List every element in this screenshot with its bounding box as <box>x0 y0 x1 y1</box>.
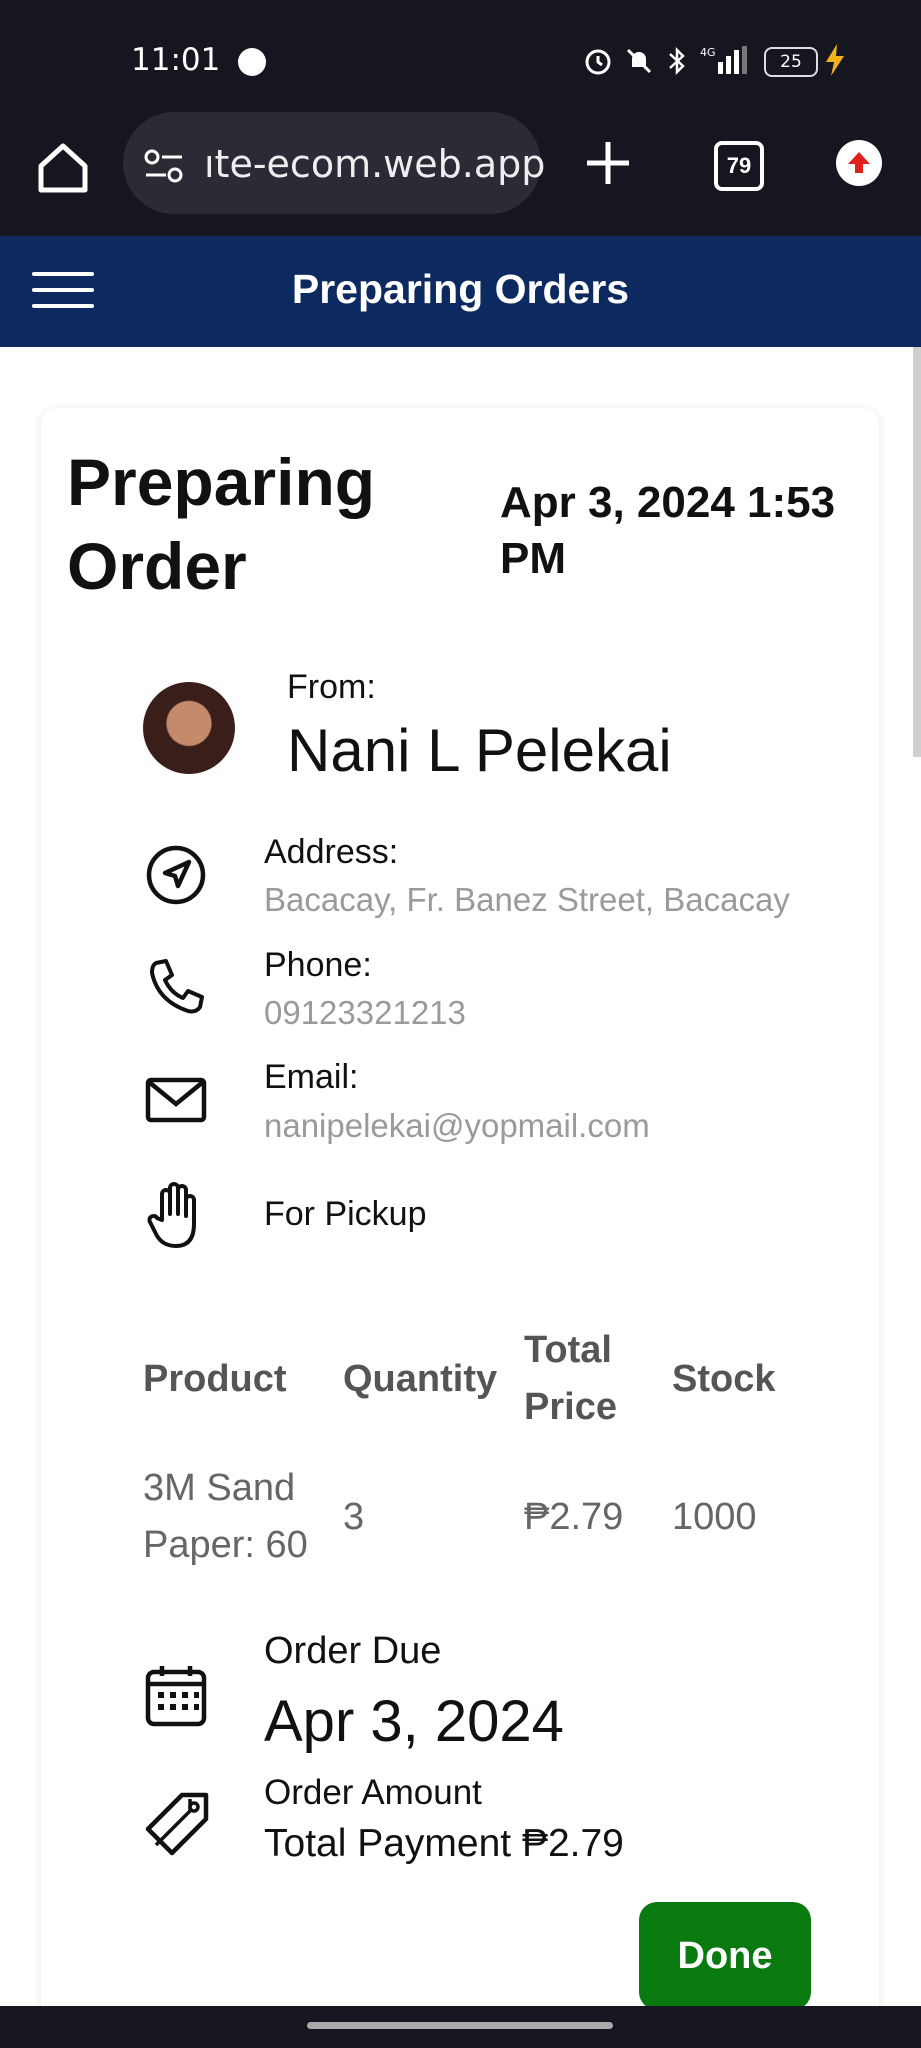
alarm-icon <box>585 49 611 75</box>
battery-icon: 25 <box>764 47 818 77</box>
site-settings-icon[interactable] <box>144 148 184 184</box>
new-tab-icon[interactable] <box>585 140 631 186</box>
customer-name: Nani L Pelekai <box>287 717 672 784</box>
price-tag-icon <box>145 1792 209 1856</box>
phone-value: 09123321213 <box>264 994 466 1031</box>
hand-icon <box>147 1182 196 1248</box>
table-cell-stock: 1000 <box>672 1496 757 1538</box>
scrollbar[interactable] <box>913 347 921 757</box>
order-datetime: Apr 3, 2024 1:53 PM <box>500 478 836 583</box>
table-cell-product: 3M Sand Paper: 60 <box>143 1467 308 1566</box>
done-button[interactable]: Done <box>639 1902 811 2010</box>
order-title: Preparing Order <box>67 445 376 603</box>
phone-label: Phone: <box>264 946 372 984</box>
from-label: From: <box>287 668 376 706</box>
tab-switcher-button[interactable]: 79 <box>714 141 764 191</box>
url-text[interactable]: ıte-ecom.web.app <box>204 142 545 186</box>
email-value: nanipelekai@yopmail.com <box>264 1107 650 1144</box>
email-label: Email: <box>264 1058 359 1096</box>
signal-icon: 4G <box>700 46 747 74</box>
order-amount-label: Order Amount <box>264 1773 482 1812</box>
svg-text:4G: 4G <box>700 46 716 59</box>
order-due-date: Apr 3, 2024 <box>264 1689 564 1754</box>
navigation-icon <box>146 845 206 905</box>
order-due-label: Order Due <box>264 1630 442 1672</box>
status-time: 11:01 <box>131 42 221 78</box>
table-cell-quantity: 3 <box>343 1496 365 1538</box>
calendar-icon <box>145 1666 207 1727</box>
browser-menu-button[interactable] <box>836 140 882 186</box>
charging-icon <box>826 44 844 76</box>
update-arrow-icon <box>848 152 870 173</box>
home-gesture-handle[interactable] <box>307 2022 613 2029</box>
mute-icon <box>626 48 652 74</box>
bluetooth-icon <box>669 46 685 76</box>
messenger-icon <box>238 48 266 76</box>
table-cell-total-price: ₱2.79 <box>524 1496 624 1538</box>
delivery-method: For Pickup <box>264 1195 427 1233</box>
order-amount-value: Total Payment ₱2.79 <box>264 1822 624 1865</box>
address-value: Bacacay, Fr. Banez Street, Bacacay <box>264 881 790 918</box>
status-bar: 11:01 25 4G <box>0 0 921 118</box>
mail-icon <box>145 1077 207 1123</box>
column-header-total-price: Total Price <box>524 1329 617 1428</box>
phone-icon <box>150 959 204 1014</box>
column-header-stock: Stock <box>672 1358 776 1400</box>
home-icon[interactable] <box>35 140 91 196</box>
address-label: Address: <box>264 833 399 871</box>
page-title: Preparing Orders <box>291 266 630 312</box>
avatar <box>143 682 235 774</box>
column-header-product: Product <box>143 1358 287 1400</box>
column-header-quantity: Quantity <box>343 1358 498 1400</box>
